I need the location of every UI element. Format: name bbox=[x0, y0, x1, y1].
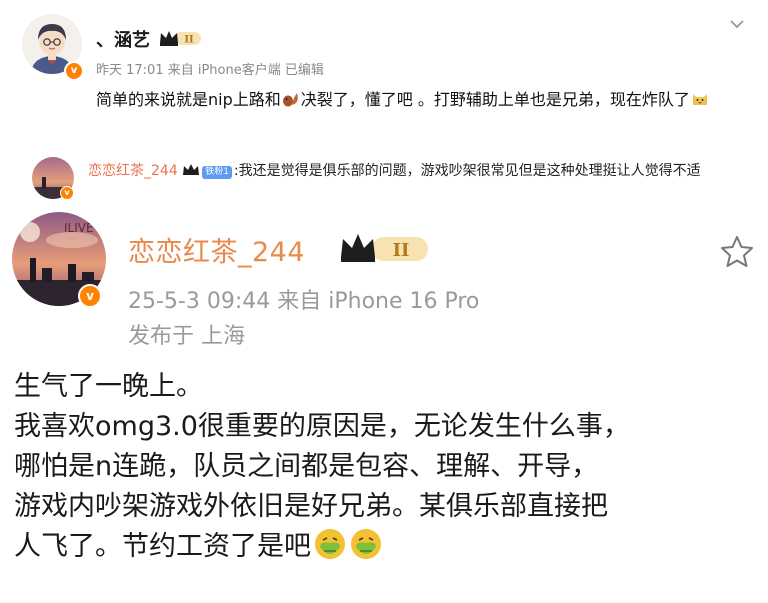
repost-line: 人飞了。节约工资了是吧 bbox=[14, 531, 311, 562]
reply-username[interactable]: 恋恋红茶_244 bbox=[88, 163, 178, 179]
repost-location: 发布于 上海 bbox=[128, 324, 245, 349]
svg-text:ILIVE: ILIVE bbox=[64, 221, 94, 235]
repost-line: 我喜欢omg3.0很重要的原因是，无论发生什么事， bbox=[14, 411, 630, 442]
member-crown-icon: II bbox=[338, 231, 430, 269]
verified-badge: v bbox=[64, 61, 84, 81]
repost-line: 哪怕是n连跪，队员之间都是包容、理解、开导， bbox=[14, 451, 599, 482]
repost-meta: 25-5-3 09:44 来自 iPhone 16 Pro bbox=[128, 289, 480, 314]
post-text: 简单的来说就是nip上路和 决裂了，懂了吧 。打野辅助上单也是兄弟，现在炸队了 bbox=[96, 86, 746, 113]
reply-text: :我还是觉得是俱乐部的问题，游戏吵架很常见但是这种处理挺让人觉得不适 bbox=[233, 163, 701, 179]
sick-face-emoji bbox=[313, 527, 347, 561]
cat-emoji bbox=[690, 89, 710, 109]
member-crown-icon: II bbox=[158, 28, 202, 52]
repost-username[interactable]: 恋恋红茶_244 bbox=[128, 230, 305, 269]
repost-line: 生气了一晚上。 bbox=[14, 371, 203, 402]
member-level: II bbox=[393, 240, 410, 261]
fan-badge: 铁粉1 bbox=[202, 166, 232, 179]
star-outline-icon[interactable] bbox=[719, 234, 755, 270]
reply-line: 恋恋红茶_244 铁粉1:我还是觉得是俱乐部的问题，游戏吵架很常见但是这种处理挺… bbox=[88, 159, 748, 186]
squirrel-emoji bbox=[281, 89, 301, 109]
member-level: II bbox=[184, 35, 194, 46]
post-meta: 昨天 17:01 来自 iPhone客户端 已编辑 bbox=[96, 63, 324, 78]
repost-line-last: 人飞了。节约工资了是吧 bbox=[14, 527, 759, 567]
username[interactable]: 、涵艺 bbox=[96, 26, 150, 52]
post-text-part2: 决裂了，懂了吧 。打野辅助上单也是兄弟，现在炸队了 bbox=[300, 90, 690, 109]
sick-face-emoji bbox=[349, 527, 383, 561]
verified-badge: v bbox=[60, 186, 74, 200]
chevron-down-icon[interactable] bbox=[727, 14, 747, 34]
verified-badge: v bbox=[78, 284, 102, 308]
repost-line: 游戏内吵架游戏外依旧是好兄弟。某俱乐部直接把 bbox=[14, 491, 608, 522]
repost-text: 生气了一晚上。 我喜欢omg3.0很重要的原因是，无论发生什么事， 哪怕是n连跪… bbox=[14, 367, 759, 567]
member-crown-icon bbox=[182, 161, 200, 186]
post-text-part1: 简单的来说就是nip上路和 bbox=[96, 90, 281, 109]
